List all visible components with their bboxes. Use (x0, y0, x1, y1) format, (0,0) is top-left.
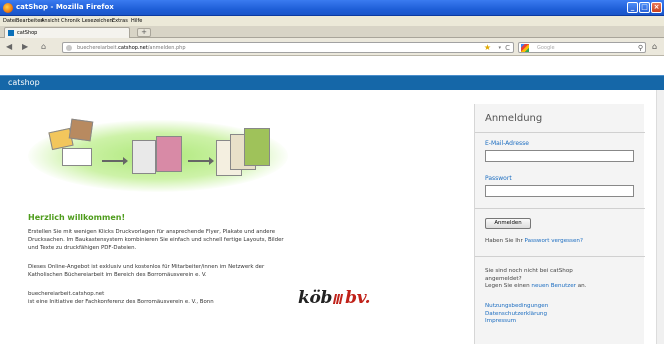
login-divider-2 (475, 208, 645, 209)
register-line-2: angemeldet? (485, 275, 522, 282)
workflow-illustration (28, 112, 288, 200)
navigation-bar: ◀ ▶ ⌂ buechereiarbeit.catshop.net/anmeld… (0, 38, 664, 56)
login-title: Anmeldung (485, 113, 543, 124)
login-button[interactable]: Anmelden (485, 218, 531, 229)
login-divider-3 (475, 256, 645, 257)
search-bar[interactable]: Google ⚲ (518, 42, 646, 53)
password-label: Passwort (485, 175, 512, 182)
tab-catshop[interactable]: catShop (4, 27, 130, 38)
bookmark-star-icon[interactable]: ★ (484, 43, 491, 53)
layout-card-2 (156, 136, 182, 172)
password-field[interactable] (485, 185, 634, 197)
new-user-link[interactable]: neuen Benutzer (531, 283, 576, 289)
welcome-heading: Herzlich willkommen! (28, 213, 126, 222)
forward-icon[interactable]: ▶ (22, 42, 28, 52)
arrow-icon-2 (188, 157, 214, 165)
intro-line-3: und Texte zu druckfähigen PDF-Dateien. (28, 245, 137, 251)
home-site-icon[interactable]: ⌂ (41, 42, 46, 52)
catshop-favicon-icon (8, 30, 14, 36)
register-line-3: Legen Sie einen neuen Benutzer an. (485, 283, 587, 289)
new-tab-button[interactable]: + (137, 28, 151, 37)
logo-bars-icon (333, 289, 344, 309)
url-bar[interactable]: buechereiarbeit.catshop.net/anmelden.php… (62, 42, 514, 53)
firefox-icon (3, 3, 13, 13)
page-scrollbar[interactable] (656, 90, 664, 344)
offer-line-1: Dieses Online-Angebot ist exklusiv und k… (28, 264, 265, 270)
back-icon[interactable]: ◀ (6, 42, 12, 52)
text-card (62, 148, 92, 166)
pdf-page-3 (244, 128, 270, 166)
footer-line-2: ist eine Initiative der Fachkonferenz de… (28, 299, 214, 305)
layout-card-1 (132, 140, 156, 174)
photo-card-2 (68, 118, 94, 142)
reload-icon[interactable]: C (505, 43, 510, 53)
login-panel: Anmeldung E-Mail-Adresse Passwort Anmeld… (474, 104, 645, 344)
forgot-password-line: Haben Sie Ihr Passwort vergessen? (485, 238, 583, 244)
forgot-password-link[interactable]: Passwort vergessen? (525, 238, 583, 244)
site-header: catshop (0, 75, 664, 90)
menu-datei[interactable]: Datei (3, 18, 16, 24)
terms-link[interactable]: Nutzungsbedingungen (485, 303, 548, 311)
email-label: E-Mail-Adresse (485, 140, 529, 147)
site-brand[interactable]: catshop (8, 78, 40, 87)
offer-line-2: Katholischen Büchereiarbeit im Bereich d… (28, 272, 207, 278)
home-icon[interactable]: ⌂ (652, 42, 657, 52)
imprint-link[interactable]: Impressum (485, 318, 516, 326)
google-icon[interactable] (521, 44, 529, 52)
intro-line-2: Drucksachen. Im Baukastensystem kombinie… (28, 237, 284, 243)
search-placeholder: Google (537, 45, 555, 51)
menu-bearbeiten[interactable]: Bearbeiten (16, 18, 43, 24)
menu-chronik[interactable]: Chronik (61, 18, 80, 24)
url-text[interactable]: buechereiarbeit.catshop.net/anmelden.php (77, 45, 186, 51)
arrow-icon-1 (102, 157, 128, 165)
privacy-link[interactable]: Datenschutzerklärung (485, 311, 547, 319)
tab-label: catShop (17, 30, 38, 36)
site-identity-icon[interactable] (66, 45, 72, 51)
close-button[interactable]: × (651, 2, 662, 13)
menu-bar: Datei Bearbeiten Ansicht Chronik Lesezei… (0, 16, 664, 26)
koeb-bv-logo: köb bv. (298, 288, 371, 309)
intro-line-1: Erstellen Sie mit wenigen Klicks Druckvo… (28, 229, 276, 235)
menu-hilfe[interactable]: Hilfe (131, 18, 142, 24)
window-titlebar: catShop - Mozilla Firefox _ □ × (0, 0, 664, 16)
url-dropdown-icon[interactable]: ▾ (498, 44, 501, 52)
maximize-button[interactable]: □ (639, 2, 650, 13)
minimize-button[interactable]: _ (627, 2, 638, 13)
menu-lesezeichen[interactable]: Lesezeichen (82, 18, 113, 24)
login-divider (475, 132, 645, 133)
footer-line-1: buechereiarbeit.catshop.net (28, 291, 105, 297)
register-line-1: Sie sind noch nicht bei catShop (485, 268, 573, 274)
search-icon[interactable]: ⚲ (638, 43, 643, 53)
window-title: catShop - Mozilla Firefox (16, 3, 114, 11)
menu-extras[interactable]: Extras (112, 18, 128, 24)
email-field[interactable] (485, 150, 634, 162)
menu-ansicht[interactable]: Ansicht (41, 18, 59, 24)
tab-bar: catShop + (0, 26, 664, 38)
